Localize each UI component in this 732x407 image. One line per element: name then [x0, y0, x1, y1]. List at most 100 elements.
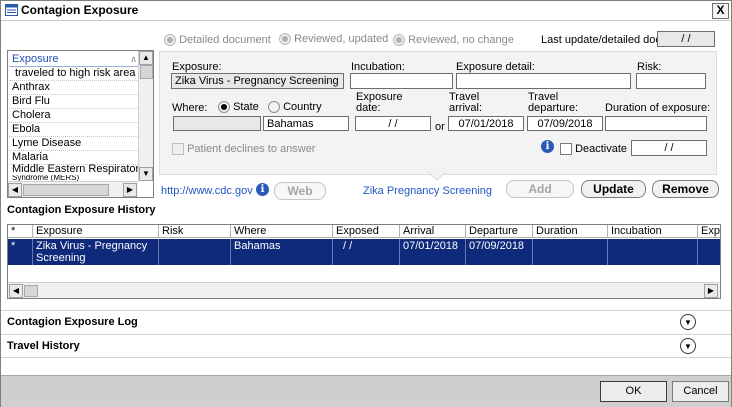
list-item[interactable]: Bird Flu	[9, 94, 140, 109]
table-cell	[698, 239, 720, 265]
exposure-label: Exposure:	[172, 61, 222, 73]
scroll-right-icon[interactable]: ▶	[704, 284, 718, 298]
history-title: Contagion Exposure History	[7, 204, 156, 216]
option-reviewed-updated[interactable]: Reviewed, updated	[279, 33, 388, 46]
list-item[interactable]: Anthrax	[9, 80, 140, 95]
deactivate-label: Deactivate	[575, 143, 628, 155]
country-label: Country	[283, 101, 322, 113]
where-country-option[interactable]: Country	[268, 101, 322, 114]
table-cell: 07/01/2018	[400, 239, 466, 265]
incubation-field[interactable]	[350, 73, 453, 89]
cdc-link[interactable]: http://www.cdc.gov	[161, 185, 253, 197]
duration-field[interactable]	[605, 116, 707, 131]
risk-field[interactable]	[636, 73, 706, 89]
close-button[interactable]: X	[712, 3, 729, 19]
deactivate-checkbox[interactable]	[560, 143, 572, 156]
list-item[interactable]: Lyme Disease	[9, 136, 140, 151]
reviewed-no-change-radio[interactable]	[393, 34, 405, 47]
list-item[interactable]: Cholera	[9, 108, 140, 123]
where-state-option[interactable]: State	[218, 101, 259, 114]
patient-declines-option[interactable]: Patient declines to answer	[172, 143, 316, 156]
option-reviewed-no-change[interactable]: Reviewed, no change	[393, 34, 514, 47]
title-bar: Contagion Exposure X	[1, 1, 731, 21]
state-radio[interactable]	[218, 101, 230, 114]
add-button[interactable]: Add	[506, 180, 574, 198]
contagion-exposure-dialog: Contagion Exposure X Detailed document R…	[0, 0, 732, 407]
column-header[interactable]: Exposed	[333, 225, 400, 238]
info-icon[interactable]: i	[541, 140, 554, 153]
scroll-right-icon[interactable]: ▶	[123, 183, 137, 197]
web-button[interactable]: Web	[274, 182, 326, 200]
column-header[interactable]: Departure	[466, 225, 533, 238]
travel-arrival-field[interactable]: 07/01/2018	[448, 116, 524, 131]
scroll-thumb[interactable]	[24, 285, 38, 297]
scroll-up-icon[interactable]: ▲	[139, 51, 153, 65]
country-radio[interactable]	[268, 101, 280, 114]
column-header[interactable]: Exposure	[33, 225, 159, 238]
incubation-label: Incubation:	[351, 61, 405, 73]
column-header[interactable]: *	[8, 225, 33, 238]
column-header[interactable]: Where	[231, 225, 333, 238]
risk-label: Risk:	[637, 61, 662, 73]
deactivate-option[interactable]: Deactivate	[560, 143, 628, 156]
deactivate-date-field[interactable]: / /	[631, 140, 707, 156]
scroll-left-icon[interactable]: ◀	[9, 284, 23, 298]
listbox-header[interactable]: Exposure ∧	[9, 52, 140, 67]
scroll-thumb[interactable]	[140, 65, 153, 79]
travel-history-section[interactable]: Travel History ▼	[1, 334, 731, 358]
scroll-left-icon[interactable]: ◀	[8, 183, 22, 197]
detailed-document-radio[interactable]	[164, 34, 176, 47]
column-header[interactable]: Arrival	[400, 225, 466, 238]
where-label: Where:	[172, 102, 208, 114]
ok-button[interactable]: OK	[600, 381, 667, 402]
patient-declines-label: Patient declines to answer	[187, 143, 316, 155]
patient-declines-checkbox[interactable]	[172, 143, 184, 156]
chevron-down-icon[interactable]: ▼	[680, 338, 696, 354]
log-section-title: Contagion Exposure Log	[7, 316, 138, 328]
update-button[interactable]: Update	[581, 180, 646, 198]
table-cell: / /	[333, 239, 400, 265]
column-header[interactable]: Expo	[698, 225, 720, 238]
reviewed-updated-radio[interactable]	[279, 33, 291, 46]
travel-departure-field[interactable]: 07/09/2018	[527, 116, 603, 131]
exposure-field: Zika Virus - Pregnancy Screening	[171, 73, 344, 89]
column-header[interactable]: Risk	[159, 225, 231, 238]
scroll-down-icon[interactable]: ▼	[139, 167, 153, 181]
chevron-down-icon[interactable]: ▼	[680, 314, 696, 330]
table-cell	[608, 239, 698, 265]
cancel-button[interactable]: Cancel	[672, 381, 729, 402]
scroll-thumb[interactable]	[23, 184, 109, 196]
exposure-detail-field[interactable]	[456, 73, 631, 89]
exposure-date-field[interactable]: / /	[355, 116, 431, 131]
exposure-listbox[interactable]: Exposure ∧ traveled to high risk area An…	[7, 50, 154, 198]
listbox-vertical-scrollbar[interactable]: ▲ ▼	[138, 51, 153, 181]
contagion-exposure-log-section[interactable]: Contagion Exposure Log ▼	[1, 310, 731, 333]
list-item[interactable]: Ebola	[9, 122, 140, 137]
info-icon[interactable]: i	[256, 183, 269, 196]
travel-section-title: Travel History	[7, 340, 80, 352]
table-cell: *	[8, 239, 33, 265]
table-cell	[533, 239, 608, 265]
zika-screening-link[interactable]: Zika Pregnancy Screening	[363, 185, 492, 197]
list-item[interactable]: Middle Eastern Respiratory	[9, 164, 140, 175]
detailed-document-label: Detailed document	[179, 34, 271, 46]
listbox-horizontal-scrollbar[interactable]: ◀ ▶	[8, 181, 138, 197]
exposure-date-label-line2: date:	[356, 102, 381, 114]
remove-button[interactable]: Remove	[652, 180, 719, 198]
grid-horizontal-scrollbar[interactable]: ◀ ▶	[8, 282, 720, 298]
column-header[interactable]: Incubation	[608, 225, 698, 238]
column-header[interactable]: Duration	[533, 225, 608, 238]
cell-line: Screening	[36, 252, 86, 264]
travel-arrival-label-line2: arrival:	[449, 102, 483, 114]
history-grid[interactable]: * Exposure Risk Where Exposed Arrival De…	[7, 224, 721, 299]
window-form-icon	[5, 4, 18, 16]
list-item[interactable]: traveled to high risk area	[9, 66, 143, 81]
list-item[interactable]: Malaria	[9, 150, 140, 165]
or-label: or	[435, 121, 445, 133]
panel-pointer	[428, 172, 446, 181]
country-field[interactable]: Bahamas	[263, 116, 349, 131]
option-detailed-document[interactable]: Detailed document	[164, 34, 271, 47]
state-label: State	[233, 101, 259, 113]
cell-line: Zika Virus - Pregnancy	[36, 240, 148, 252]
state-field	[173, 116, 261, 131]
